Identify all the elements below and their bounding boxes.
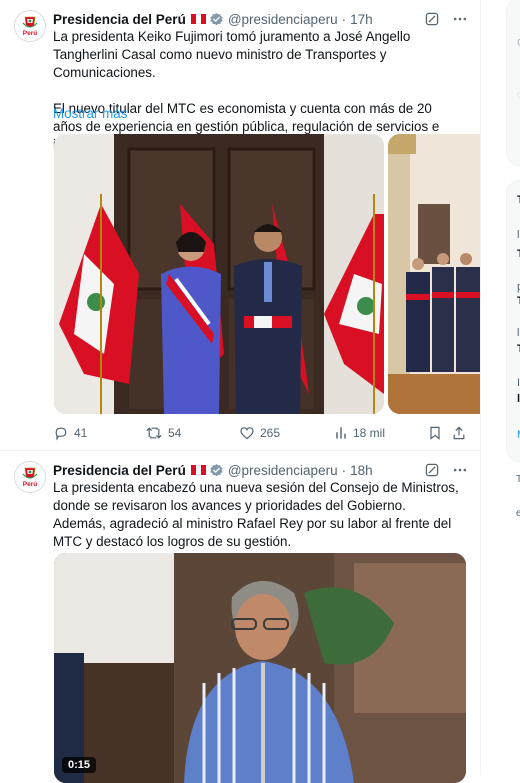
svg-text:Perú: Perú [23, 30, 37, 37]
show-more-link[interactable]: Mostrar más [53, 106, 127, 121]
tweet-header: Presidencia del Perú @presidenciaperu · … [53, 461, 468, 479]
sidebar-card: C ◌ [506, 0, 520, 166]
verified-badge-icon [210, 463, 223, 476]
separator: · [341, 11, 347, 27]
avatar[interactable]: Perú [14, 10, 46, 42]
repost-icon [146, 427, 162, 439]
tweet-photo[interactable] [388, 134, 480, 414]
sidebar-text: l [517, 229, 520, 241]
trends-panel: T l T p T l T I l M [506, 180, 520, 462]
author-name[interactable]: Presidencia del Perú [53, 463, 186, 478]
separator: · [341, 462, 347, 478]
verified-badge-icon [210, 12, 223, 25]
view-count: 18 mil [353, 426, 386, 440]
author-handle[interactable]: @presidenciaperu [228, 463, 338, 478]
video-duration: 0:15 [62, 757, 97, 773]
tweet-time[interactable]: 17h [350, 12, 373, 27]
ceremony-photo [388, 134, 480, 414]
peru-emblem-icon: Perú [15, 462, 45, 492]
sidebar-text: l [517, 327, 520, 339]
share-icon [453, 426, 465, 440]
views-button[interactable]: 18 mil [334, 425, 385, 441]
tweet-video[interactable]: 0:15 [54, 553, 466, 783]
share-button[interactable] [452, 425, 466, 441]
reply-count: 41 [74, 426, 88, 440]
more-icon[interactable] [452, 11, 468, 27]
like-icon [240, 427, 254, 440]
swearing-in-photo [54, 134, 384, 414]
more-icon[interactable] [452, 462, 468, 478]
reply-button[interactable]: 41 [53, 425, 87, 441]
views-icon [336, 427, 346, 439]
timeline: Perú Presidencia del Perú @presidenciape… [0, 0, 481, 783]
reply-icon [55, 427, 67, 441]
like-button[interactable]: 265 [239, 425, 280, 441]
sidebar-footer-text: e [516, 508, 520, 519]
avatar[interactable]: Perú [14, 461, 46, 493]
tweet-header: Presidencia del Perú @presidenciaperu · … [53, 10, 468, 28]
peru-flag-icon [190, 14, 206, 24]
repost-button[interactable]: 54 [145, 425, 181, 441]
council-video-thumbnail [54, 553, 466, 783]
svg-text:Perú: Perú [23, 481, 37, 488]
like-count: 265 [260, 426, 281, 440]
sidebar-footer-text: T [516, 474, 520, 485]
tweet-photo[interactable] [54, 134, 384, 414]
author-handle[interactable]: @presidenciaperu [228, 12, 338, 27]
peru-flag-icon [190, 465, 206, 475]
grok-icon[interactable] [424, 462, 440, 478]
tweet[interactable]: Perú Presidencia del Perú @presidenciape… [0, 0, 480, 451]
bookmark-icon [430, 426, 440, 440]
repost-count: 54 [168, 426, 182, 440]
peru-emblem-icon: Perú [15, 11, 45, 41]
tweet-text: La presidenta encabezó una nueva sesión … [53, 480, 459, 549]
author-name[interactable]: Presidencia del Perú [53, 12, 186, 27]
tweet-time[interactable]: 18h [350, 463, 373, 478]
tweet[interactable]: Perú Presidencia del Perú @presidenciape… [0, 451, 480, 783]
bookmark-button[interactable] [428, 425, 442, 441]
tweet-actions: 41 54 265 18 mil [53, 423, 466, 443]
grok-icon[interactable] [424, 11, 440, 27]
